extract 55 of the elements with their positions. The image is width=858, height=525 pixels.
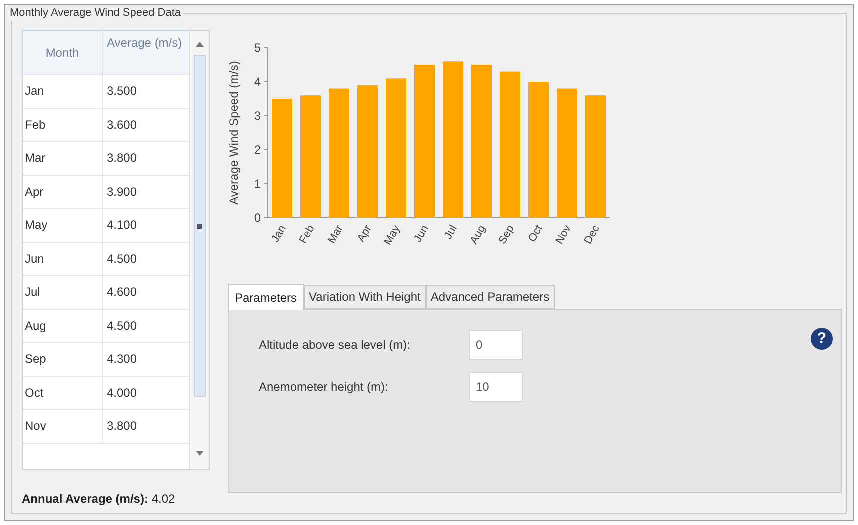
table-cell-text: 3.800	[106, 150, 138, 168]
table-cell-text: 3.500	[106, 83, 138, 100]
y-tick-label: 2	[254, 143, 261, 157]
table-cell: May	[23, 209, 103, 242]
table-cell: Oct	[23, 376, 103, 409]
x-tick-label: Apr	[355, 224, 374, 244]
tab[interactable]: Advanced Parameters	[426, 285, 555, 309]
x-tick-label: Sep	[496, 224, 517, 246]
table-cell: Apr	[23, 176, 103, 208]
y-tick-label: 5	[254, 41, 261, 55]
scrollbar-thumb[interactable]	[194, 55, 206, 397]
table-cell: Jun	[23, 242, 103, 275]
input-field[interactable]: 0	[469, 330, 523, 360]
table-cell-text: 4.600	[106, 284, 138, 302]
scrollbar[interactable]	[189, 31, 209, 469]
table-cell: Jul	[23, 276, 103, 308]
column-header[interactable]: Average (m/s)	[103, 31, 189, 74]
table-cell-text: 4.000	[106, 384, 138, 402]
scroll-up-icon[interactable]	[196, 41, 204, 47]
x-tick-label: Mar	[326, 224, 346, 246]
x-tick-label: Oct	[526, 224, 546, 244]
table-cell-text: 4.100	[106, 217, 138, 234]
table-cell-text: 4.500	[106, 318, 138, 335]
table-cell: Feb	[23, 108, 103, 141]
table-cell-text: 3.600	[106, 116, 138, 134]
table-cell: Sep	[23, 343, 103, 376]
input-field[interactable]: 10	[469, 372, 523, 402]
table-cell-text: 4.300	[106, 351, 138, 368]
y-tick-label: 4	[254, 75, 261, 89]
y-tick-label: 1	[254, 177, 261, 191]
table-cell: Aug	[23, 310, 103, 342]
y-axis-title: Average Wind Speed (m/s)	[227, 61, 241, 205]
help-icon[interactable]: ?	[811, 328, 833, 350]
table-cell: Nov	[23, 410, 103, 442]
column-header[interactable]: Month	[23, 31, 103, 74]
y-tick-label: 0	[254, 211, 261, 225]
tab[interactable]: Variation With Height	[304, 285, 426, 309]
field-label: Altitude above sea level (m):	[259, 337, 412, 354]
x-tick-label: Dec	[582, 224, 602, 246]
scroll-down-icon[interactable]	[196, 451, 204, 457]
grip-icon	[197, 224, 202, 228]
x-tick-label: Feb	[297, 224, 318, 246]
table-cell: Jan	[23, 75, 103, 108]
table-cell: Mar	[23, 142, 103, 174]
table-cell-text: 3.900	[106, 184, 138, 201]
annual-average: Annual Average (m/s): 4.02	[22, 491, 176, 508]
field-label: Anemometer height (m):	[259, 379, 390, 396]
group-title: Monthly Average Wind Speed Data	[10, 5, 184, 21]
table-cell-text: 4.500	[106, 250, 138, 268]
x-tick-label: Jan	[270, 224, 289, 245]
tab[interactable]: Parameters	[228, 284, 304, 310]
y-tick-label: 3	[254, 109, 261, 123]
table-cell-text: 3.800	[106, 418, 138, 436]
x-tick-label: Jun	[412, 224, 432, 245]
x-tick-label: Jul	[442, 224, 460, 242]
